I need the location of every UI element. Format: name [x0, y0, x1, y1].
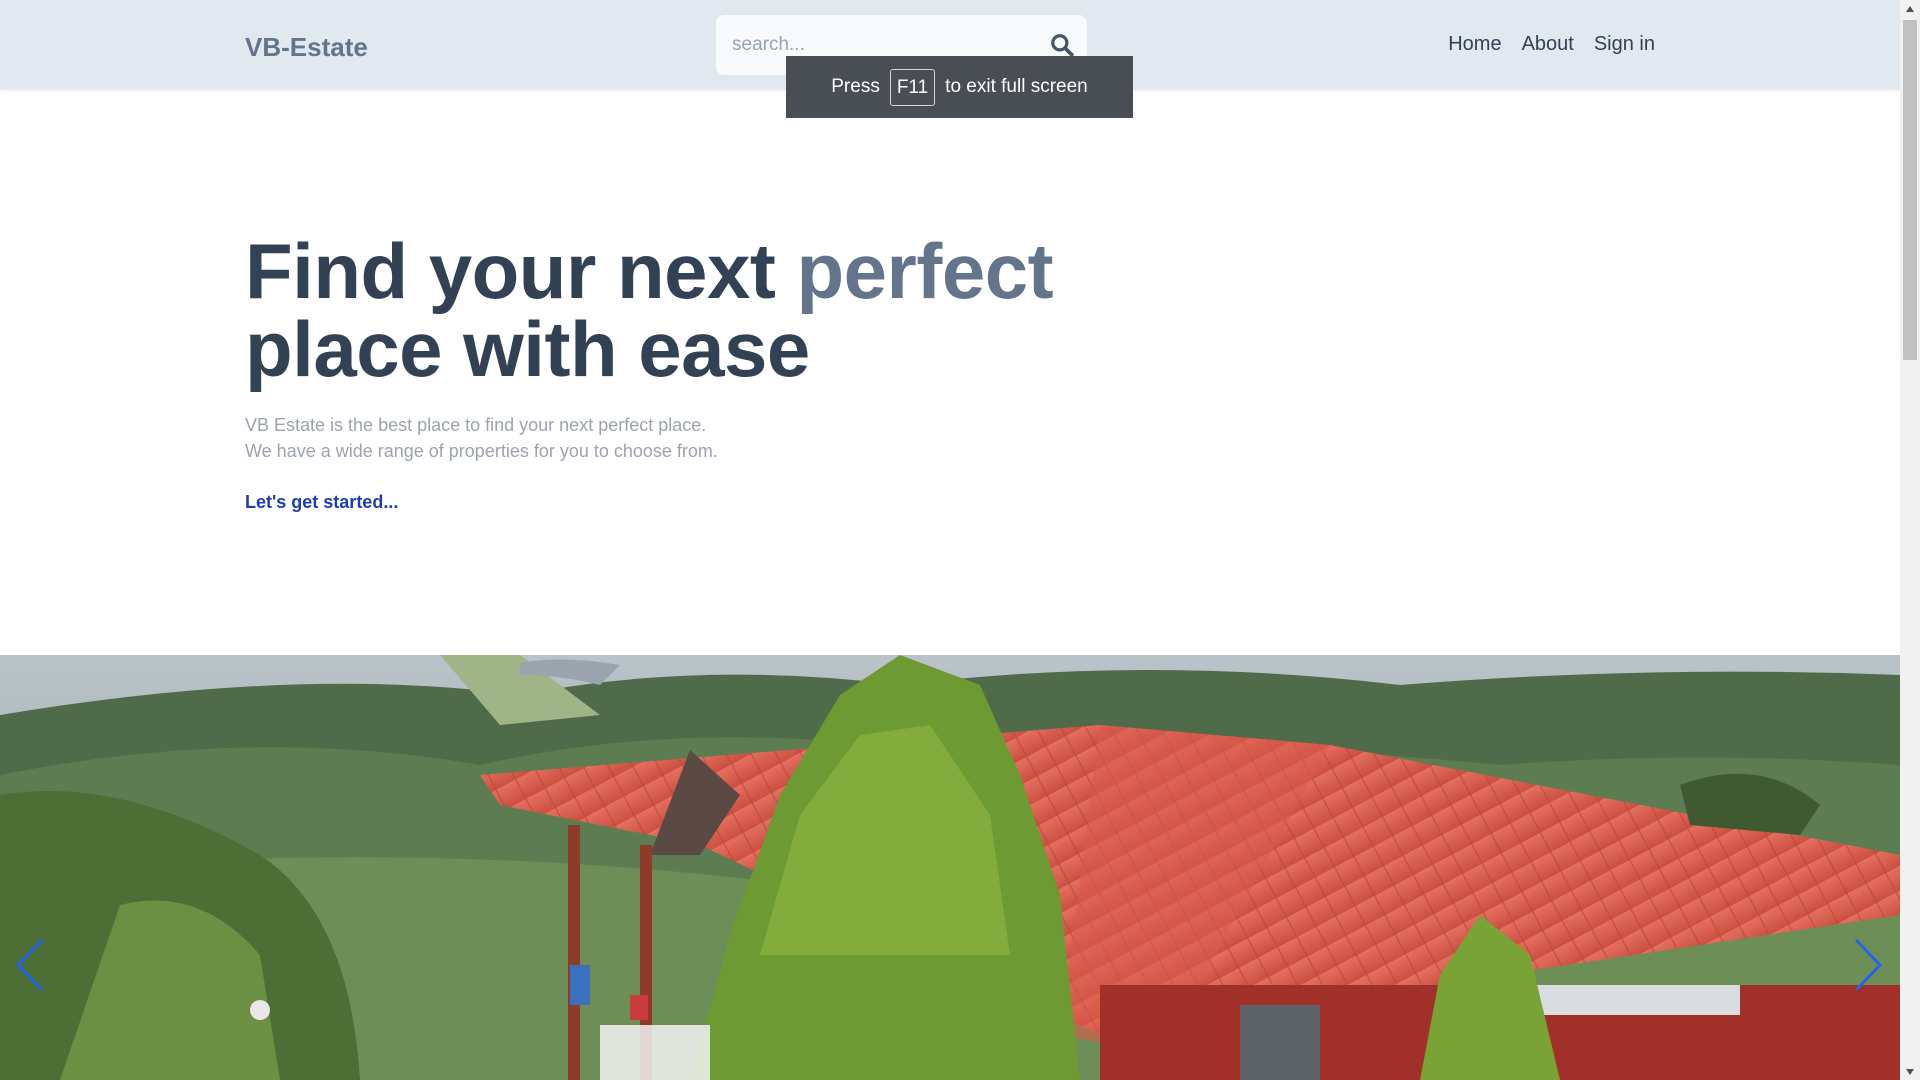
nav-home-link[interactable]: Home	[1448, 33, 1501, 56]
hero-description-line2: We have a wide range of properties for y…	[245, 441, 718, 461]
logo[interactable]: VB-Estate	[245, 32, 368, 63]
hero-title-part2: place with ease	[245, 305, 810, 393]
fullscreen-key: F11	[889, 68, 936, 106]
chevron-left-icon[interactable]	[12, 935, 48, 995]
fullscreen-notice-suffix: to exit full screen	[945, 76, 1088, 97]
scroll-up-arrow-icon[interactable]	[1900, 0, 1920, 17]
scrollbar-thumb[interactable]	[1903, 20, 1917, 360]
hero-description: VB Estate is the best place to find your…	[245, 412, 718, 464]
hero-title-accent: perfect	[796, 227, 1054, 315]
page-scrollbar[interactable]	[1900, 0, 1920, 1080]
fullscreen-notice: Press F11 to exit full screen	[786, 56, 1133, 118]
hero-title-part1: Find your next	[245, 227, 776, 315]
get-started-link[interactable]: Let's get started...	[245, 492, 398, 513]
search-icon[interactable]	[1049, 32, 1075, 58]
scroll-down-arrow-icon[interactable]	[1900, 1063, 1920, 1080]
nav-about-link[interactable]: About	[1522, 33, 1574, 56]
fullscreen-notice-prefix: Press	[831, 76, 880, 97]
nav-signin-link[interactable]: Sign in	[1594, 33, 1655, 56]
hero-description-line1: VB Estate is the best place to find your…	[245, 415, 707, 435]
hero-title: Find your next perfect place with ease	[245, 232, 1054, 388]
main-nav: Home About Sign in	[1448, 33, 1655, 56]
chevron-right-icon[interactable]	[1850, 935, 1886, 995]
listing-carousel	[0, 655, 1900, 1080]
house-with-red-roof-photo	[0, 655, 1900, 1080]
